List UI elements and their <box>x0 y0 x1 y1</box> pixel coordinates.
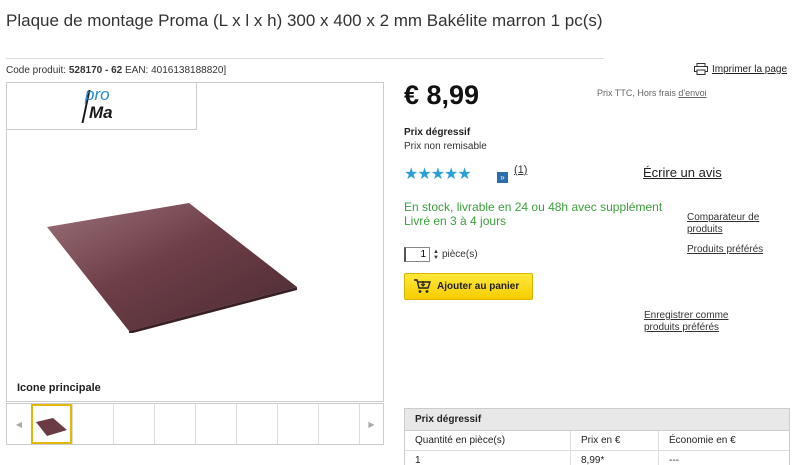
shipping-link[interactable]: d'envoi <box>678 88 706 98</box>
degressive-price-table: Prix dégressif Quantité en pièce(s) Prix… <box>404 408 790 465</box>
column-header-savings: Économie en € <box>669 435 736 446</box>
title-divider <box>6 58 604 59</box>
quantity-unit: pièce(s) <box>441 249 478 260</box>
thumbnail-slot <box>154 404 195 444</box>
save-favorites-link[interactable]: Enregistrer comme produits préférés <box>644 310 754 334</box>
quantity-stepper-icon[interactable]: ▲ ▼ <box>433 249 439 261</box>
thumbnail-slot <box>113 404 154 444</box>
degressive-price-label: Prix dégressif <box>404 127 471 138</box>
product-code-line: Code produit: 528170 - 62 EAN: 401613818… <box>6 65 226 76</box>
thumbnail-1[interactable] <box>31 404 72 444</box>
product-title: Plaque de montage Proma (L x l x h) 300 … <box>6 11 603 30</box>
product-code-value: 528170 - 62 <box>68 65 123 76</box>
print-page-link[interactable]: Imprimer la page <box>694 63 787 75</box>
product-image <box>47 203 297 333</box>
logo-text-pro: pro <box>85 85 110 104</box>
add-to-cart-button[interactable]: Ajouter au panier <box>404 273 533 300</box>
table-row: 1 8,99* --- <box>405 451 789 465</box>
favorites-link[interactable]: Produits préférés <box>687 244 797 256</box>
thumbnail-slot <box>195 404 236 444</box>
thumb-prev-icon[interactable]: ◀ <box>7 404 31 444</box>
thumbnail-slot <box>318 404 359 444</box>
product-code-label: Code produit: <box>6 65 67 76</box>
stock-status: En stock, livrable en 24 ou 48h avec sup… <box>404 200 662 228</box>
stock-line-1: En stock, livrable en 24 ou 48h avec sup… <box>404 200 663 214</box>
brand-logo: pro Ma <box>7 83 197 130</box>
ean-value: 4016138188820] <box>151 65 227 76</box>
thumbnail-strip: ◀ ▶ <box>6 403 384 445</box>
image-caption: Icone principale <box>17 382 101 394</box>
write-review-link[interactable]: Écrire un avis <box>643 165 722 180</box>
cart-icon <box>414 279 431 293</box>
rating-more-icon[interactable]: » <box>497 172 508 183</box>
print-page-label: Imprimer la page <box>712 63 788 75</box>
price-note: Prix TTC, Hors frais d'envoi <box>597 88 707 98</box>
non-discountable-label: Prix non remisable <box>404 141 487 152</box>
cell-price: 8,99* <box>571 451 659 465</box>
cell-quantity: 1 <box>405 451 571 465</box>
side-links: Comparateur de produits Produits préféré… <box>687 212 797 256</box>
cell-savings: --- <box>669 455 679 465</box>
column-header-quantity: Quantité en pièce(s) <box>405 431 571 450</box>
logo-text-ma: Ma <box>89 103 113 122</box>
ean-label: EAN: <box>125 65 149 76</box>
table-title: Prix dégressif <box>405 409 789 431</box>
product-price: € 8,99 <box>404 80 480 110</box>
printer-icon <box>694 63 708 75</box>
quantity-row: ▲▼ pièce(s) <box>404 247 478 262</box>
stock-line-2: Livré en 3 à 4 jours <box>404 214 507 228</box>
thumb-next-icon[interactable]: ▶ <box>359 404 383 444</box>
review-count-link[interactable]: (1) <box>514 164 527 176</box>
add-to-cart-label: Ajouter au panier <box>437 281 520 292</box>
thumbnail-slot <box>236 404 277 444</box>
compare-link[interactable]: Comparateur de produits <box>687 212 797 236</box>
thumbnail-slot <box>277 404 318 444</box>
quantity-input[interactable] <box>404 247 430 262</box>
rating-stars: ★★★★★ <box>404 166 472 183</box>
price-note-text: Prix TTC, Hors frais <box>597 88 676 98</box>
thumbnail-slot <box>72 404 113 444</box>
table-header-row: Quantité en pièce(s) Prix en € Économie … <box>405 431 789 451</box>
column-header-price: Prix en € <box>571 431 659 450</box>
product-image-viewer[interactable]: pro Ma Icone principale <box>6 82 384 402</box>
